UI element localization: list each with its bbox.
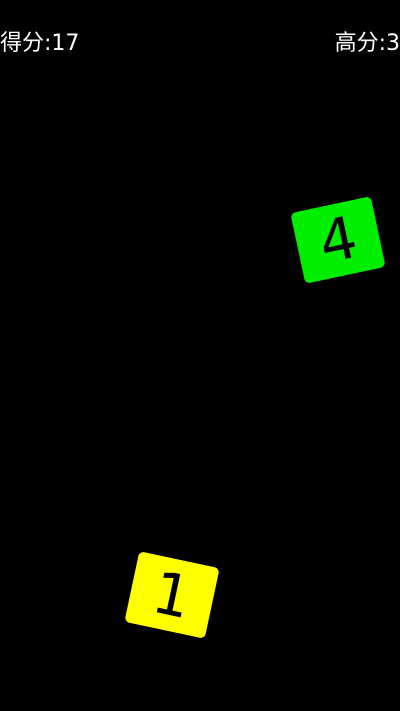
tile-number: 4 (312, 202, 364, 278)
number-tile-green[interactable]: 4 (290, 196, 386, 284)
score-label: 得分:17 (0, 31, 80, 56)
tile-number: 1 (146, 557, 198, 633)
high-score-label: 高分:3 (334, 31, 400, 56)
number-tile-yellow[interactable]: 1 (124, 551, 220, 639)
game-canvas[interactable]: 得分:17 高分:3 4 1 (0, 0, 400, 711)
